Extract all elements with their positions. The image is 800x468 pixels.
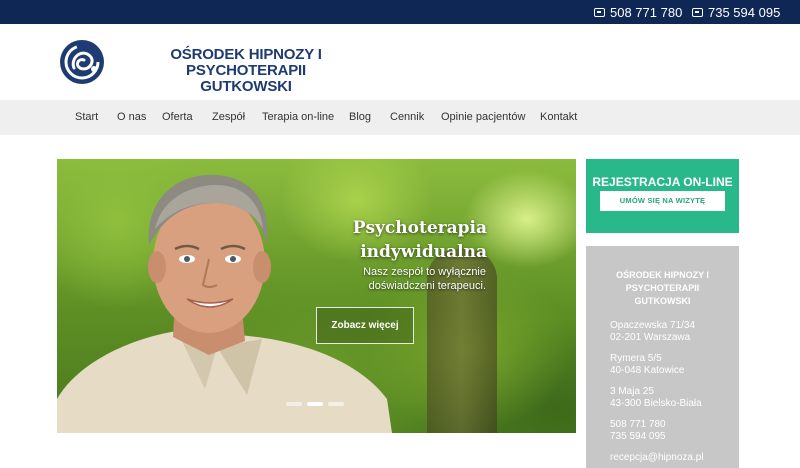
phone-link-2[interactable]: 735 594 095 (692, 0, 780, 24)
phone-icon (594, 7, 605, 17)
slider-pagination (286, 402, 344, 406)
site-header: OŚRODEK HIPNOZY I PSYCHOTERAPII GUTKOWSK… (0, 24, 800, 100)
brand-line-1: OŚRODEK HIPNOZY I PSYCHOTERAPII (170, 46, 322, 79)
phone-number-1: 508 771 780 (610, 4, 683, 20)
address-warszawa-city: 02-201 Warszawa (610, 332, 691, 343)
nav-item-oferta[interactable]: Oferta (162, 100, 193, 135)
contact-email[interactable]: recepcja@hipnoza.pl (610, 452, 704, 464)
slide-subtitle-line-1: Nasz zespół to wyłącznie (363, 266, 486, 278)
address-katowice-street: Rymera 5/5 (610, 353, 662, 364)
slide-title-line-2: indywidualna (360, 242, 487, 262)
brand-line-2: GUTKOWSKI (200, 78, 292, 95)
main-nav: Start O nas Oferta Zespół Terapia on-lin… (0, 100, 800, 135)
nav-item-opinie[interactable]: Opinie pacjentów (441, 100, 525, 135)
hero-slider[interactable]: Psychoterapia indywidualna Nasz zespół t… (57, 159, 576, 433)
phone-number-2: 735 594 095 (708, 4, 781, 20)
slide-title: Psychoterapia indywidualna (287, 216, 487, 264)
slider-dot-2[interactable] (307, 402, 323, 406)
contact-title-line-3: GUTKOWSKI (634, 296, 691, 306)
nav-item-zespol[interactable]: Zespół (212, 100, 245, 135)
contact-phone-1[interactable]: 508 771 780 (610, 419, 666, 431)
nav-item-cennik[interactable]: Cennik (390, 100, 424, 135)
phone-icon (692, 7, 703, 17)
phone-link-1[interactable]: 508 771 780 (594, 0, 682, 24)
slide-subtitle: Nasz zespół to wyłącznie doświadczeni te… (267, 265, 486, 293)
see-more-button[interactable]: Zobacz więcej (316, 307, 414, 344)
nav-item-o-nas[interactable]: O nas (117, 100, 146, 135)
top-contact-bar: 508 771 780 735 594 095 (0, 0, 800, 24)
therapist-photo (57, 174, 392, 433)
book-visit-button[interactable]: UMÓW SIĘ NA WIZYTĘ (600, 191, 725, 211)
slide-subtitle-line-2: doświadczeni terapeuci. (368, 280, 486, 292)
online-registration-box: REJESTRACJA ON-LINE UMÓW SIĘ NA WIZYTĘ (586, 159, 739, 233)
contact-title-line-1: OŚRODEK HIPNOZY I (616, 270, 709, 280)
address-katowice-city: 40-048 Katowice (610, 365, 685, 376)
slider-dot-1[interactable] (286, 402, 302, 406)
nav-item-terapia-online[interactable]: Terapia on-line (262, 100, 334, 135)
address-warszawa-street: Opaczewska 71/34 (610, 320, 696, 331)
contact-phone-2[interactable]: 735 594 095 (610, 431, 666, 443)
slider-dot-3[interactable] (328, 402, 344, 406)
registration-title: REJESTRACJA ON-LINE (592, 175, 733, 189)
site-brand[interactable]: OŚRODEK HIPNOZY I PSYCHOTERAPII GUTKOWSK… (116, 47, 376, 95)
contact-title: OŚRODEK HIPNOZY I PSYCHOTERAPII GUTKOWSK… (586, 269, 739, 308)
contact-title-line-2: PSYCHOTERAPII (625, 283, 700, 293)
address-bielsko-street: 3 Maja 25 (610, 386, 654, 397)
nav-item-kontakt[interactable]: Kontakt (540, 100, 577, 135)
spiral-logo-icon[interactable] (58, 38, 106, 86)
address-bielsko-city: 43-300 Bielsko-Biała (610, 398, 702, 409)
nav-item-start[interactable]: Start (75, 100, 98, 135)
nav-item-blog[interactable]: Blog (349, 100, 371, 135)
contact-info-box: OŚRODEK HIPNOZY I PSYCHOTERAPII GUTKOWSK… (586, 246, 739, 468)
slide-title-line-1: Psychoterapia (352, 218, 487, 238)
